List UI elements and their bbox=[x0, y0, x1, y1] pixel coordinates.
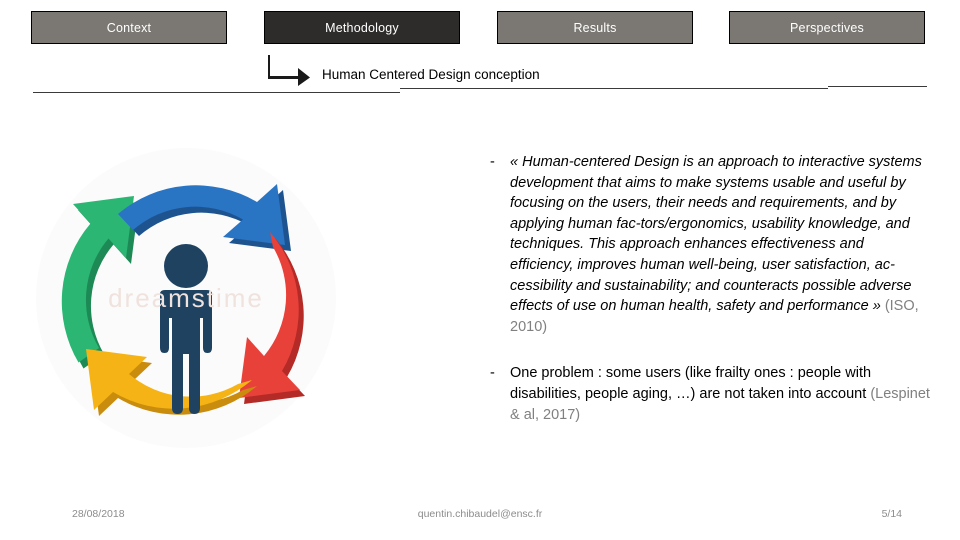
subheading-row: Human Centered Design conception bbox=[268, 52, 540, 86]
elbow-arrow-right-icon bbox=[268, 55, 310, 86]
tab-results[interactable]: Results bbox=[497, 11, 693, 44]
subheading-text: Human Centered Design conception bbox=[322, 67, 540, 82]
tab-methodology-label: Methodology bbox=[325, 20, 399, 35]
bullet-body: « Human-centered Design is an approach t… bbox=[510, 152, 930, 337]
bullet-body: One problem : some users (like frailty o… bbox=[510, 363, 930, 425]
slide-footer: 28/08/2018 quentin.chibaudel@ensc.fr 5/1… bbox=[0, 508, 960, 524]
footer-email: quentin.chibaudel@ensc.fr bbox=[417, 508, 543, 520]
divider-line-right bbox=[828, 86, 927, 87]
divider-line-left bbox=[33, 92, 400, 93]
human-centered-design-cycle-graphic: dreamstime bbox=[30, 140, 342, 452]
tab-perspectives[interactable]: Perspectives bbox=[729, 11, 925, 44]
cycle-diagram-svg bbox=[36, 148, 336, 448]
bullet-item-problem-statement: - One problem : some users (like frailty… bbox=[490, 363, 930, 425]
footer-page-number: 5/14 bbox=[881, 508, 902, 520]
bullet-marker: - bbox=[490, 365, 495, 382]
tab-results-label: Results bbox=[573, 20, 617, 35]
tab-context[interactable]: Context bbox=[31, 11, 227, 44]
bullet-item-iso-definition: - « Human-centered Design is an approach… bbox=[490, 152, 930, 337]
divider-line-center bbox=[400, 88, 828, 89]
top-navigation: Context Methodology Results Perspectives bbox=[0, 0, 960, 48]
problem-statement-text: One problem : some users (like frailty o… bbox=[510, 365, 872, 402]
tab-perspectives-label: Perspectives bbox=[790, 20, 864, 35]
bullet-marker: - bbox=[490, 154, 495, 170]
tab-methodology[interactable]: Methodology bbox=[264, 11, 460, 44]
iso-definition-quote: « Human-centered Design is an approach t… bbox=[510, 154, 922, 315]
tab-context-label: Context bbox=[106, 20, 152, 35]
content-column: - « Human-centered Design is an approach… bbox=[490, 152, 930, 451]
